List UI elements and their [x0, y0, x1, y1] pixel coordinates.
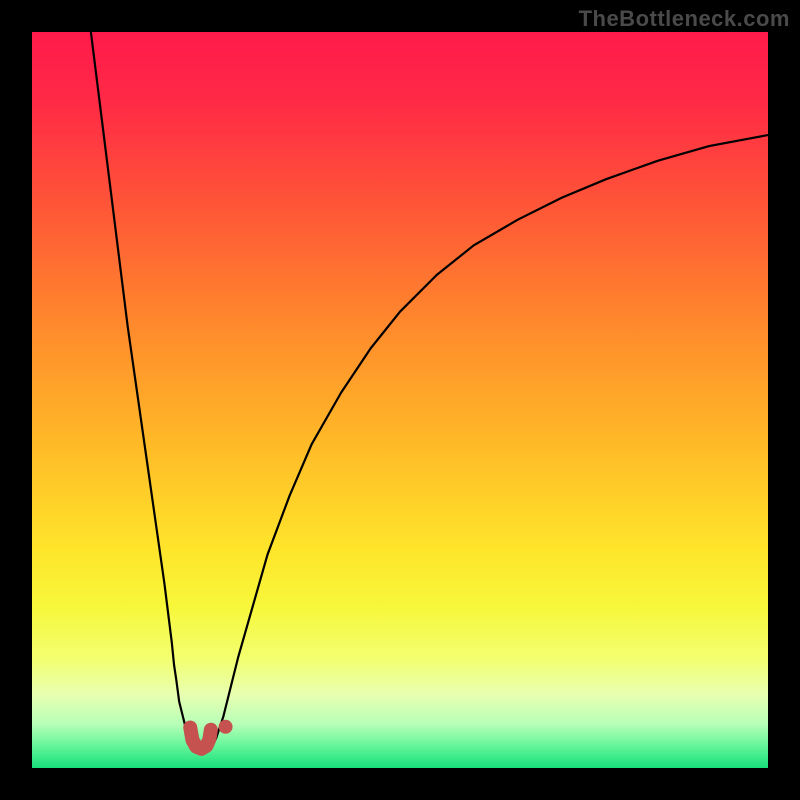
- series-right-branch: [212, 135, 768, 746]
- series-valley-highlight: [190, 728, 211, 749]
- watermark-text: TheBottleneck.com: [579, 6, 790, 32]
- curve-layer: [32, 32, 768, 768]
- series-left-branch: [91, 32, 198, 746]
- plot-area: [32, 32, 768, 768]
- chart-frame: TheBottleneck.com: [0, 0, 800, 800]
- dot-valley-dot: [219, 720, 233, 734]
